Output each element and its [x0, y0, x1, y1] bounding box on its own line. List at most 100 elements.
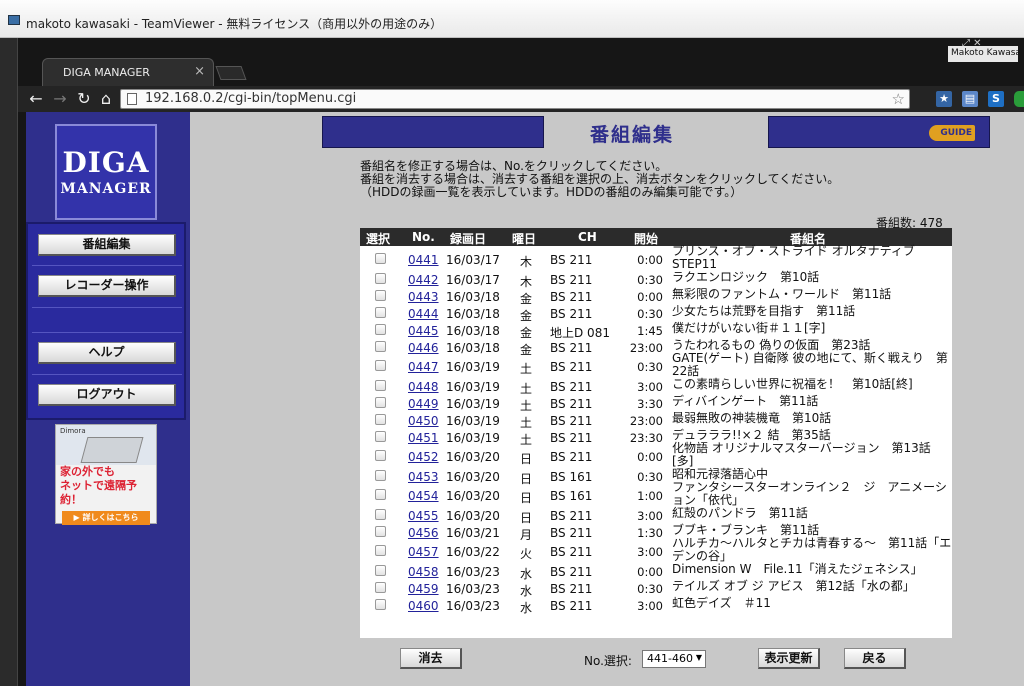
program-no-link[interactable]: 0458	[408, 565, 439, 579]
record-date: 16/03/18	[446, 307, 500, 321]
record-date: 16/03/19	[446, 414, 500, 428]
menu-help-button[interactable]: ヘルプ	[38, 342, 176, 364]
gguide-logo: GUIDE	[929, 125, 975, 141]
select-checkbox[interactable]	[375, 450, 386, 461]
menu-program-edit-button[interactable]: 番組編集	[38, 234, 176, 256]
home-icon[interactable]: ⌂	[96, 89, 116, 109]
select-checkbox[interactable]	[375, 290, 386, 301]
teamviewer-app-icon	[8, 15, 20, 25]
no-range-select[interactable]: 441-460 ▼	[642, 650, 706, 668]
select-checkbox[interactable]	[375, 565, 386, 576]
forward-arrow-icon[interactable]: →	[50, 89, 70, 109]
program-no-link[interactable]: 0451	[408, 431, 439, 445]
select-checkbox[interactable]	[375, 307, 386, 318]
sidebar-menu: 番組編集 レコーダー操作 ヘルプ ログアウト	[26, 222, 186, 420]
menu-divider	[32, 307, 182, 308]
bookmark-ext-icon[interactable]: ★	[936, 91, 952, 107]
select-checkbox[interactable]	[375, 341, 386, 352]
menu-logout-button[interactable]: ログアウト	[38, 384, 176, 406]
program-title: 最弱無敗の神装機竜 第10話	[672, 411, 832, 425]
diga-manager-logo: DIGA MANAGER	[55, 124, 157, 220]
back-button[interactable]: 戻る	[844, 648, 906, 669]
program-no-link[interactable]: 0443	[408, 290, 439, 304]
card-ext-icon[interactable]: ▤	[962, 91, 978, 107]
program-no-link[interactable]: 0456	[408, 526, 439, 540]
record-date: 16/03/23	[446, 565, 500, 579]
program-no-link[interactable]: 0457	[408, 545, 439, 559]
select-checkbox[interactable]	[375, 509, 386, 520]
program-no-link[interactable]: 0442	[408, 273, 439, 287]
address-bar[interactable]: 192.168.0.2/cgi-bin/topMenu.cgi ☆	[120, 89, 910, 109]
start-time: 0:00	[637, 450, 663, 464]
table-row: 0450 16/03/19 土 BS 211 23:00 最弱無敗の神装機竜 第10話	[360, 411, 952, 430]
program-no-link[interactable]: 0449	[408, 397, 439, 411]
program-no-link[interactable]: 0460	[408, 599, 439, 613]
ad-details-button[interactable]: ▶ 詳しくはこちら	[62, 511, 150, 525]
tab-close-icon[interactable]: ×	[194, 64, 205, 79]
program-table: 選択 No. 録画日 曜日 CH 開始 番組名 0441 16/03/17 木 BS …	[360, 228, 952, 638]
profile-badge[interactable]: Makoto Kawasaki	[948, 46, 1018, 62]
program-no-link[interactable]: 0452	[408, 450, 439, 464]
program-no-link[interactable]: 0446	[408, 341, 439, 355]
weekday: 日	[520, 491, 533, 505]
chevron-down-icon: ▼	[695, 653, 702, 662]
back-arrow-icon[interactable]: ←	[26, 89, 46, 109]
program-no-link[interactable]: 0444	[408, 307, 439, 321]
select-checkbox[interactable]	[375, 397, 386, 408]
channel: BS 211	[550, 273, 593, 287]
program-no-link[interactable]: 0441	[408, 253, 439, 267]
channel: BS 211	[550, 341, 593, 355]
select-checkbox[interactable]	[375, 489, 386, 500]
program-no-link[interactable]: 0445	[408, 324, 439, 338]
record-date: 16/03/20	[446, 509, 500, 523]
record-date: 16/03/23	[446, 599, 500, 613]
record-date: 16/03/20	[446, 470, 500, 484]
menu-recorder-control-button[interactable]: レコーダー操作	[38, 275, 176, 297]
select-checkbox[interactable]	[375, 582, 386, 593]
select-checkbox[interactable]	[375, 324, 386, 335]
select-checkbox[interactable]	[375, 273, 386, 284]
program-no-link[interactable]: 0454	[408, 489, 439, 503]
program-no-link[interactable]: 0455	[408, 509, 439, 523]
tab-diga-manager[interactable]: DIGA MANAGER ×	[42, 58, 214, 86]
table-row: 0443 16/03/18 金 BS 211 0:00 無彩限のファントム・ワールド 第1…	[360, 287, 952, 306]
col-start: 開始	[634, 232, 659, 246]
program-title: Dimension W File.11「消えたジェネシス」	[672, 562, 923, 576]
logo-line1: DIGA	[62, 146, 150, 179]
header-bar-right: GUIDE	[768, 116, 990, 148]
program-no-link[interactable]: 0450	[408, 414, 439, 428]
select-checkbox[interactable]	[375, 545, 386, 556]
table-row: 0457 16/03/22 火 BS 211 3:00 ハルチカ～ハルタとチカは青春する～…	[360, 536, 952, 563]
channel: BS 211	[550, 307, 593, 321]
select-checkbox[interactable]	[375, 253, 386, 264]
select-checkbox[interactable]	[375, 599, 386, 610]
channel: BS 211	[550, 526, 593, 540]
refresh-button[interactable]: 表示更新	[758, 648, 820, 669]
program-no-link[interactable]: 0459	[408, 582, 439, 596]
select-checkbox[interactable]	[375, 360, 386, 371]
select-checkbox[interactable]	[375, 470, 386, 481]
bookmark-star-icon[interactable]: ☆	[892, 90, 905, 108]
table-row: 0459 16/03/23 水 BS 211 0:30 テイルズ オブ ジ アビス 第12…	[360, 579, 952, 598]
delete-button[interactable]: 消去	[400, 648, 462, 669]
remote-side-strip	[0, 38, 18, 686]
new-tab-button[interactable]	[215, 66, 247, 80]
program-no-link[interactable]: 0447	[408, 360, 439, 374]
record-date: 16/03/20	[446, 450, 500, 464]
header-bar-left	[322, 116, 544, 148]
weekday: 水	[520, 601, 533, 615]
green-ext-icon[interactable]	[1014, 91, 1024, 107]
start-time: 0:30	[637, 582, 663, 596]
program-title: ハルチカ～ハルタとチカは青春する～ 第11話「エデンの谷」	[672, 536, 952, 563]
dimora-ad-banner[interactable]: Dimora 家の外でも ネットで遠隔予約！ ▶ 詳しくはこちら	[55, 424, 157, 525]
select-checkbox[interactable]	[375, 380, 386, 391]
select-checkbox[interactable]	[375, 431, 386, 442]
select-checkbox[interactable]	[375, 526, 386, 537]
program-no-link[interactable]: 0453	[408, 470, 439, 484]
select-checkbox[interactable]	[375, 414, 386, 425]
s-ext-icon[interactable]: S	[988, 91, 1004, 107]
col-dow: 曜日	[512, 232, 537, 246]
page-viewport: DIGA MANAGER 番組編集 レコーダー操作 ヘルプ ログアウト Dimo…	[26, 112, 1024, 686]
program-no-link[interactable]: 0448	[408, 380, 439, 394]
reload-icon[interactable]: ↻	[74, 89, 94, 109]
